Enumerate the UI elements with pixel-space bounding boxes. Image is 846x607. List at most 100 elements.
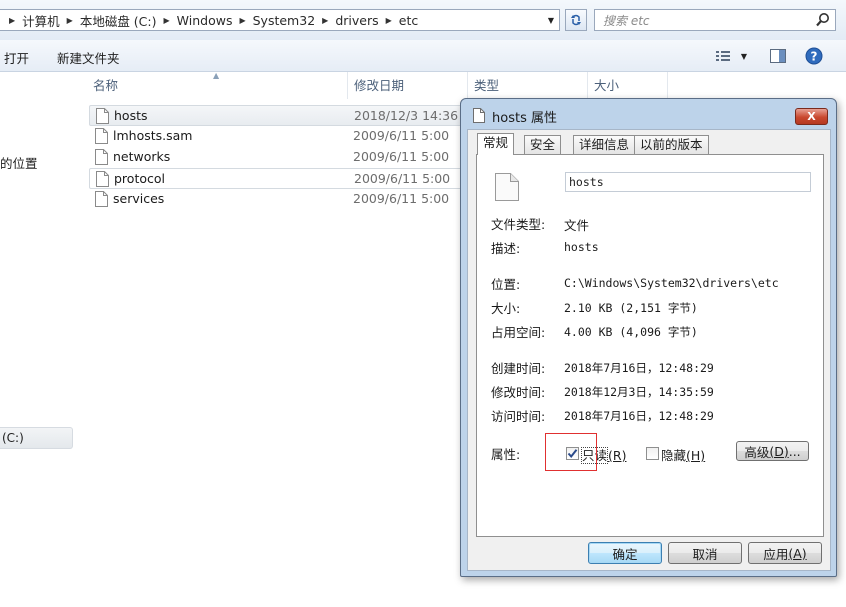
apply-text: 应用	[763, 546, 789, 562]
created-value: 2018年7月16日，12:48:29	[564, 361, 714, 375]
close-button[interactable]: X	[795, 108, 828, 125]
advanced-button[interactable]: 高级 (D)...	[736, 441, 809, 461]
accessed-label: 访问时间:	[491, 409, 546, 424]
file-icon	[95, 149, 108, 165]
separator	[489, 431, 809, 432]
refresh-button[interactable]	[565, 9, 587, 31]
file-row-services[interactable]: services 2009/6/11 5:00	[89, 189, 469, 210]
file-row-hosts[interactable]: hosts 2018/12/3 14:36	[89, 105, 469, 126]
modified-value: 2018年12月3日，14:35:59	[564, 385, 714, 399]
advanced-accesskey: (D)	[769, 443, 789, 459]
file-date: 2009/6/11 5:00	[354, 171, 451, 186]
file-large-icon	[495, 173, 519, 201]
hidden-text: 隐藏	[661, 448, 687, 463]
hidden-checkbox[interactable]	[646, 447, 659, 460]
file-row-networks[interactable]: networks 2009/6/11 5:00	[89, 147, 469, 168]
separator	[489, 347, 809, 348]
tab-details[interactable]: 详细信息	[573, 135, 636, 154]
view-dropdown-icon[interactable]: ▼	[737, 46, 751, 66]
advanced-text: 高级	[744, 444, 770, 460]
search-icon[interactable]	[815, 12, 831, 28]
breadcrumb-drive-c[interactable]: 本地磁盘 (C:)	[80, 11, 157, 30]
breadcrumb-separator-icon[interactable]: ▶	[164, 16, 170, 25]
dialog-title: hosts 属性	[492, 111, 557, 126]
svg-text:?: ?	[811, 50, 818, 64]
sort-ascending-icon: ▲	[213, 71, 220, 80]
apply-accesskey: (A)	[788, 545, 807, 561]
readonly-accesskey: (R)	[608, 448, 627, 463]
attributes-label: 属性:	[491, 447, 521, 462]
nav-item-location[interactable]: 的位置	[0, 153, 38, 172]
nav-item-drive-c[interactable]: (C:)	[0, 427, 73, 449]
new-folder-button[interactable]: 新建文件夹	[57, 48, 120, 67]
properties-dialog: hosts 属性 X 常规 安全 详细信息 以前的版本 hosts 文件类型: …	[460, 98, 837, 577]
breadcrumb-windows[interactable]: Windows	[177, 13, 233, 28]
tab-security[interactable]: 安全	[524, 135, 562, 154]
file-date: 2009/6/11 5:00	[353, 128, 450, 143]
column-header-modified[interactable]: 修改日期	[348, 72, 468, 99]
breadcrumb-drivers[interactable]: drivers	[335, 13, 378, 28]
address-bar-area: ▶ 计算机 ▶ 本地磁盘 (C:) ▶ Windows ▶ System32 ▶…	[0, 0, 846, 40]
open-button[interactable]: 打开	[4, 48, 29, 67]
file-date: 2009/6/11 5:00	[353, 191, 450, 206]
breadcrumb-etc[interactable]: etc	[399, 13, 418, 28]
file-row-lmhosts[interactable]: lmhosts.sam 2009/6/11 5:00	[89, 126, 469, 147]
file-date: 2009/6/11 5:00	[353, 149, 450, 164]
location-value: C:\Windows\System32\drivers\etc	[564, 276, 779, 290]
file-icon	[96, 108, 109, 124]
ok-button[interactable]: 确定	[588, 542, 662, 564]
address-dropdown-icon[interactable]: ▼	[543, 10, 559, 30]
address-bar[interactable]: ▶ 计算机 ▶ 本地磁盘 (C:) ▶ Windows ▶ System32 ▶…	[0, 9, 560, 31]
advanced-ellipsis: ...	[788, 443, 801, 459]
file-type-label: 文件类型:	[491, 217, 546, 232]
view-options-icon[interactable]	[713, 46, 733, 66]
refresh-icon	[571, 14, 581, 26]
cancel-button[interactable]: 取消	[668, 542, 742, 564]
file-name: networks	[113, 149, 171, 164]
description-value: hosts	[564, 240, 599, 254]
size-on-disk-label: 占用空间:	[491, 325, 546, 340]
file-name-field[interactable]: hosts	[565, 172, 811, 192]
highlight-annotation	[545, 433, 597, 471]
file-name: services	[113, 191, 165, 206]
breadcrumb-separator-icon[interactable]: ▶	[9, 16, 15, 25]
accessed-value: 2018年7月16日，12:48:29	[564, 409, 714, 423]
breadcrumb-separator-icon[interactable]: ▶	[67, 16, 73, 25]
preview-pane-icon[interactable]	[768, 46, 788, 66]
breadcrumb-separator-icon[interactable]: ▶	[386, 16, 392, 25]
size-value: 2.10 KB (2,151 字节)	[564, 301, 698, 315]
modified-label: 修改时间:	[491, 385, 546, 400]
dialog-body: 常规 安全 详细信息 以前的版本 hosts 文件类型: 文件 描述: host…	[467, 129, 831, 571]
file-icon	[96, 171, 109, 187]
search-input[interactable]: 搜索 etc	[594, 9, 836, 31]
file-icon	[95, 191, 108, 207]
separator	[489, 263, 809, 264]
size-label: 大小:	[491, 301, 521, 316]
hidden-accesskey: (H)	[686, 448, 706, 463]
column-header-type[interactable]: 类型	[468, 72, 588, 99]
file-name: hosts	[114, 108, 148, 123]
file-icon	[473, 108, 485, 123]
breadcrumb-computer[interactable]: 计算机	[22, 11, 60, 30]
command-bar: 打开 新建文件夹 ▼ ?	[0, 40, 846, 72]
column-header-size[interactable]: 大小	[588, 72, 668, 99]
location-label: 位置:	[491, 277, 521, 292]
description-label: 描述:	[491, 241, 521, 256]
separator	[489, 203, 809, 204]
tab-previous-versions[interactable]: 以前的版本	[634, 135, 709, 154]
help-icon[interactable]: ?	[804, 46, 824, 66]
apply-button[interactable]: 应用 (A)	[748, 542, 822, 564]
breadcrumb-separator-icon[interactable]: ▶	[239, 16, 245, 25]
tab-general[interactable]: 常规	[477, 133, 515, 155]
file-name: lmhosts.sam	[113, 128, 193, 143]
navigation-pane: 的位置 (C:)	[0, 72, 78, 607]
file-row-protocol[interactable]: protocol 2009/6/11 5:00	[89, 168, 469, 189]
hidden-label[interactable]: 隐藏(H)	[661, 445, 705, 464]
breadcrumb-system32[interactable]: System32	[253, 13, 316, 28]
breadcrumb-separator-icon[interactable]: ▶	[322, 16, 328, 25]
close-icon: X	[807, 110, 816, 123]
size-on-disk-value: 4.00 KB (4,096 字节)	[564, 325, 698, 339]
file-name: protocol	[114, 171, 165, 186]
file-icon	[95, 128, 108, 144]
file-date: 2018/12/3 14:36	[354, 108, 459, 123]
